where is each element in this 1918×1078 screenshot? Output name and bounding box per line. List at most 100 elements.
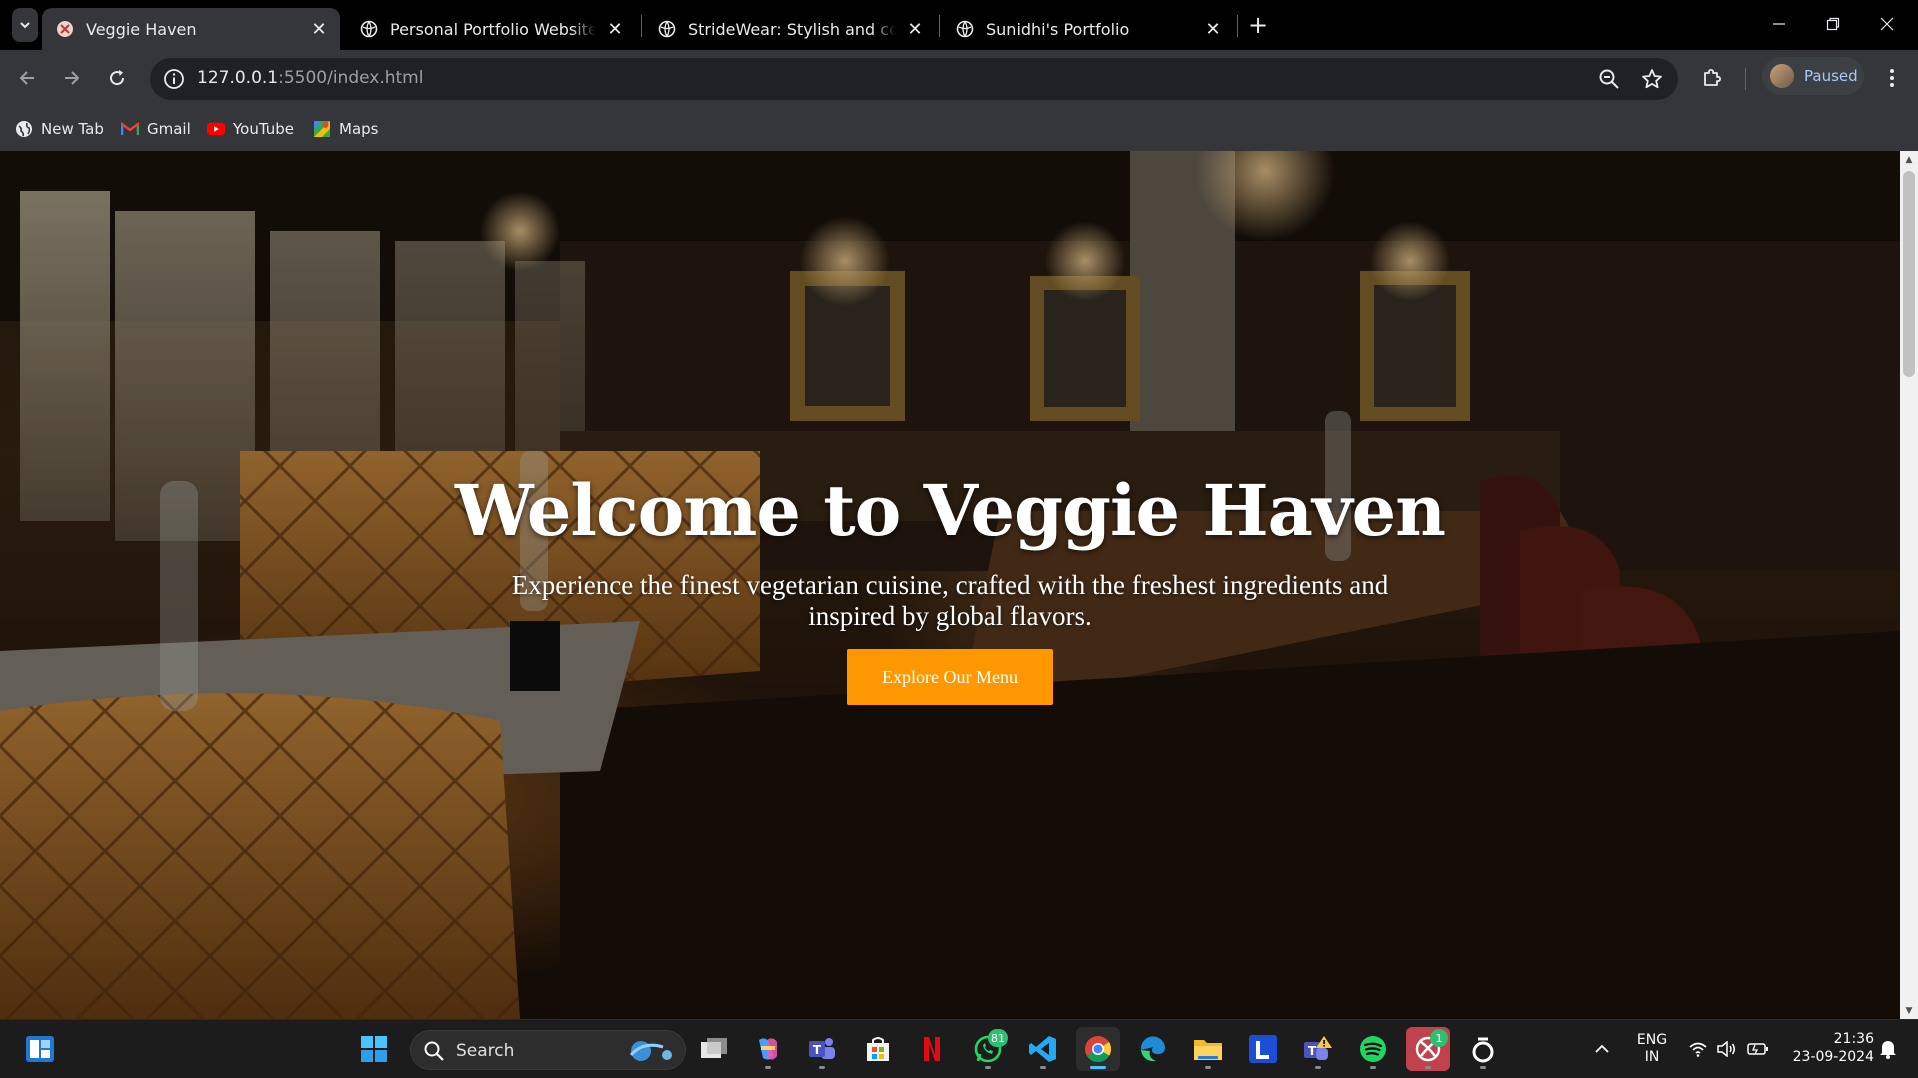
site-info-icon[interactable] <box>162 67 186 91</box>
minimize-icon <box>1773 23 1785 25</box>
extensions-button[interactable] <box>1694 60 1730 96</box>
scroll-up-icon[interactable]: ▲ <box>1900 151 1918 168</box>
search-highlight-icon <box>629 1041 672 1061</box>
running-indicator <box>1370 1066 1376 1069</box>
close-tab-icon[interactable]: ✕ <box>1200 16 1226 42</box>
search-label: Search <box>456 1041 515 1061</box>
url-text[interactable]: 127.0.0.1:5500/index.html <box>197 68 423 88</box>
taskbar-app-store[interactable] <box>856 1027 900 1071</box>
windows-logo-icon <box>361 1036 387 1062</box>
notifications-button[interactable] <box>1876 1037 1900 1061</box>
close-window-button[interactable] <box>1860 0 1914 48</box>
language-indicator[interactable]: ENG IN <box>1632 1032 1672 1066</box>
minimize-button[interactable] <box>1752 0 1806 48</box>
arrow-right-icon <box>65 71 80 85</box>
taskbar-app-teams[interactable]: T <box>800 1027 844 1071</box>
bookmark-new-tab[interactable]: New Tab <box>15 117 104 141</box>
running-indicator <box>1090 1066 1106 1069</box>
taskbar-app-copilot[interactable] <box>746 1027 790 1071</box>
bookmark-label: Maps <box>339 120 379 138</box>
taskbar-app-task-view[interactable] <box>692 1027 736 1071</box>
bell-icon <box>1880 1041 1896 1059</box>
star-icon <box>1642 69 1662 89</box>
address-bar[interactable]: 127.0.0.1:5500/index.html <box>150 58 1678 100</box>
wifi-icon <box>1689 1042 1707 1057</box>
widgets-button[interactable] <box>18 1027 62 1071</box>
taskbar-app-whatsapp[interactable]: 81 <box>966 1027 1010 1071</box>
restore-button[interactable] <box>1806 0 1860 48</box>
gmail-icon <box>121 120 139 138</box>
scrollbar-thumb[interactable] <box>1903 171 1915 377</box>
zoom-button[interactable] <box>1597 67 1621 91</box>
start-button[interactable] <box>352 1027 396 1071</box>
reload-button[interactable] <box>99 60 135 96</box>
taskbar-search[interactable]: Search <box>410 1030 686 1070</box>
tab-title: Sunidhi's Portfolio <box>986 19 1130 39</box>
taskbar-app-file-explorer[interactable] <box>1186 1027 1230 1071</box>
bookmark-maps[interactable]: Maps <box>313 117 378 141</box>
bookmark-youtube[interactable]: YouTube <box>207 117 294 141</box>
tab-stridewear[interactable]: StrideWear: Stylish and comfortable ✕ <box>644 8 936 50</box>
forward-button[interactable] <box>54 60 90 96</box>
taskbar-app-l[interactable] <box>1241 1027 1285 1071</box>
svg-text:T: T <box>1308 1044 1317 1058</box>
profile-button[interactable]: Paused <box>1762 57 1864 95</box>
tab-search-button[interactable] <box>12 8 38 42</box>
close-tab-icon[interactable]: ✕ <box>902 16 928 42</box>
wifi-status[interactable] <box>1686 1037 1710 1061</box>
maps-icon <box>313 120 331 138</box>
chevron-up-icon <box>1595 1044 1609 1053</box>
bookmark-label: Gmail <box>147 120 191 138</box>
tab-personal-portfolio[interactable]: Personal Portfolio Website ✕ <box>346 8 636 50</box>
new-tab-button[interactable]: + <box>1243 10 1273 40</box>
hero-title: Welcome to Veggie Haven <box>454 469 1446 552</box>
bookmark-label: YouTube <box>233 120 294 138</box>
tab-strip: Veggie Haven ✕ Personal Portfolio Websit… <box>0 0 1918 50</box>
folder-icon <box>1194 1040 1222 1060</box>
url-host: 127.0.0.1 <box>197 68 279 88</box>
browser-toolbar: 127.0.0.1:5500/index.html Paused <box>0 50 1918 107</box>
bookmark-star-button[interactable] <box>1640 67 1664 91</box>
running-indicator <box>1315 1066 1321 1069</box>
hero-subtitle: Experience the finest vegetarian cuisine… <box>511 570 1389 631</box>
page-viewport: Welcome to Veggie Haven Experience the f… <box>0 151 1900 1019</box>
taskbar-app-vscode[interactable] <box>1021 1027 1065 1071</box>
tab-veggie-haven[interactable]: Veggie Haven ✕ <box>42 8 340 50</box>
veggie-haven-favicon <box>57 21 73 37</box>
microsoft-store-icon <box>867 1037 889 1061</box>
chrome-menu-button[interactable] <box>1876 62 1908 94</box>
chevron-down-icon <box>20 22 30 29</box>
explore-menu-button[interactable]: Explore Our Menu <box>847 649 1053 705</box>
close-tab-icon[interactable]: ✕ <box>306 16 332 42</box>
show-hidden-icons-button[interactable] <box>1590 1037 1614 1061</box>
taskbar-app-edge[interactable] <box>1131 1027 1175 1071</box>
tab-separator <box>1237 15 1238 37</box>
language-code: ENG <box>1636 1032 1668 1048</box>
notification-badge: 81 <box>988 1029 1008 1047</box>
battery-status[interactable] <box>1746 1037 1770 1061</box>
tab-title: StrideWear: Stylish and comfortable <box>688 19 896 39</box>
tab-title: Personal Portfolio Website <box>390 19 596 39</box>
close-tab-icon[interactable]: ✕ <box>602 16 628 42</box>
plus-icon: + <box>1247 11 1269 39</box>
scroll-down-icon[interactable]: ▼ <box>1900 1002 1918 1019</box>
netflix-icon <box>924 1037 940 1061</box>
system-clock[interactable]: 21:36 23-09-2024 <box>1782 1030 1874 1066</box>
back-button[interactable] <box>9 60 45 96</box>
chrome-icon <box>1085 1036 1112 1063</box>
taskbar-app-xbox[interactable]: 1 <box>1406 1027 1450 1071</box>
taskbar-app-chrome[interactable] <box>1076 1027 1120 1071</box>
teams-alert-icon: T <box>1304 1036 1332 1060</box>
arrow-left-icon <box>19 71 34 85</box>
search-icon <box>424 1041 444 1061</box>
taskbar-app-spotify[interactable] <box>1351 1027 1395 1071</box>
page-scrollbar[interactable]: ▲ ▼ <box>1900 151 1918 1019</box>
tab-sunidhi-portfolio[interactable]: Sunidhi's Portfolio ✕ <box>942 8 1234 50</box>
taskbar-app-netflix[interactable] <box>910 1027 954 1071</box>
copilot-icon <box>759 1038 777 1060</box>
taskbar-app-ring[interactable] <box>1461 1027 1505 1071</box>
taskbar-app-teams-2[interactable]: T <box>1296 1027 1340 1071</box>
bookmark-gmail[interactable]: Gmail <box>121 117 191 141</box>
edge-icon <box>1140 1036 1165 1062</box>
volume-status[interactable] <box>1714 1037 1738 1061</box>
